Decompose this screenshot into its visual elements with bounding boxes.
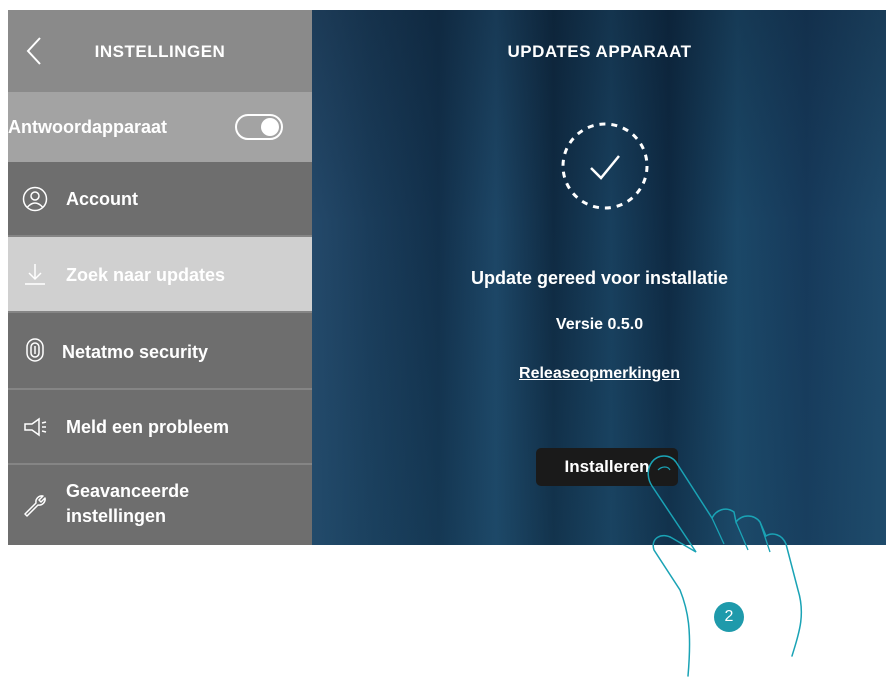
sidebar-item-netatmo-security[interactable]: Netatmo security	[8, 313, 312, 390]
sidebar-item-label: Zoek naar updates	[66, 265, 226, 285]
sidebar-title: INSTELLINGEN	[94, 42, 226, 61]
answering-machine-label: Antwoordapparaat	[8, 117, 168, 137]
answering-machine-toggle[interactable]	[235, 114, 283, 140]
sidebar-item-label: Geavanceerde instellingen	[66, 481, 190, 526]
update-status: Update gereed voor installatie	[470, 268, 729, 288]
sidebar-header: INSTELLINGEN	[8, 10, 312, 92]
release-notes-link[interactable]: Releaseopmerkingen	[312, 365, 886, 383]
sidebar-item-account[interactable]: Account	[8, 162, 312, 237]
sidebar-item-label: Netatmo security	[62, 342, 209, 362]
megaphone-icon	[24, 417, 47, 437]
user-icon	[22, 186, 48, 212]
sidebar-item-advanced-settings[interactable]: Geavanceerde instellingen	[8, 465, 312, 545]
page-title: UPDATES APPARAAT	[507, 42, 692, 61]
sidebar-item-report-problem[interactable]: Meld een probleem	[8, 390, 312, 465]
fingerprint-icon	[26, 338, 44, 362]
sidebar-item-label: Meld een probleem	[66, 417, 230, 437]
wrench-icon	[24, 495, 46, 517]
version-label: Versie 0.5.0	[555, 316, 644, 333]
settings-sidebar: INSTELLINGEN Antwoordapparaat Account Zo…	[8, 10, 312, 545]
sidebar-item-updates[interactable]: Zoek naar updates	[8, 237, 312, 313]
sidebar-item-label: Account	[66, 189, 138, 209]
pointing-hand-icon	[647, 455, 803, 677]
toggle-knob	[261, 118, 279, 136]
answering-machine-row: Antwoordapparaat	[8, 92, 312, 162]
download-icon	[25, 264, 45, 285]
check-circle-icon	[561, 122, 649, 210]
step-badge: 2	[714, 602, 744, 632]
